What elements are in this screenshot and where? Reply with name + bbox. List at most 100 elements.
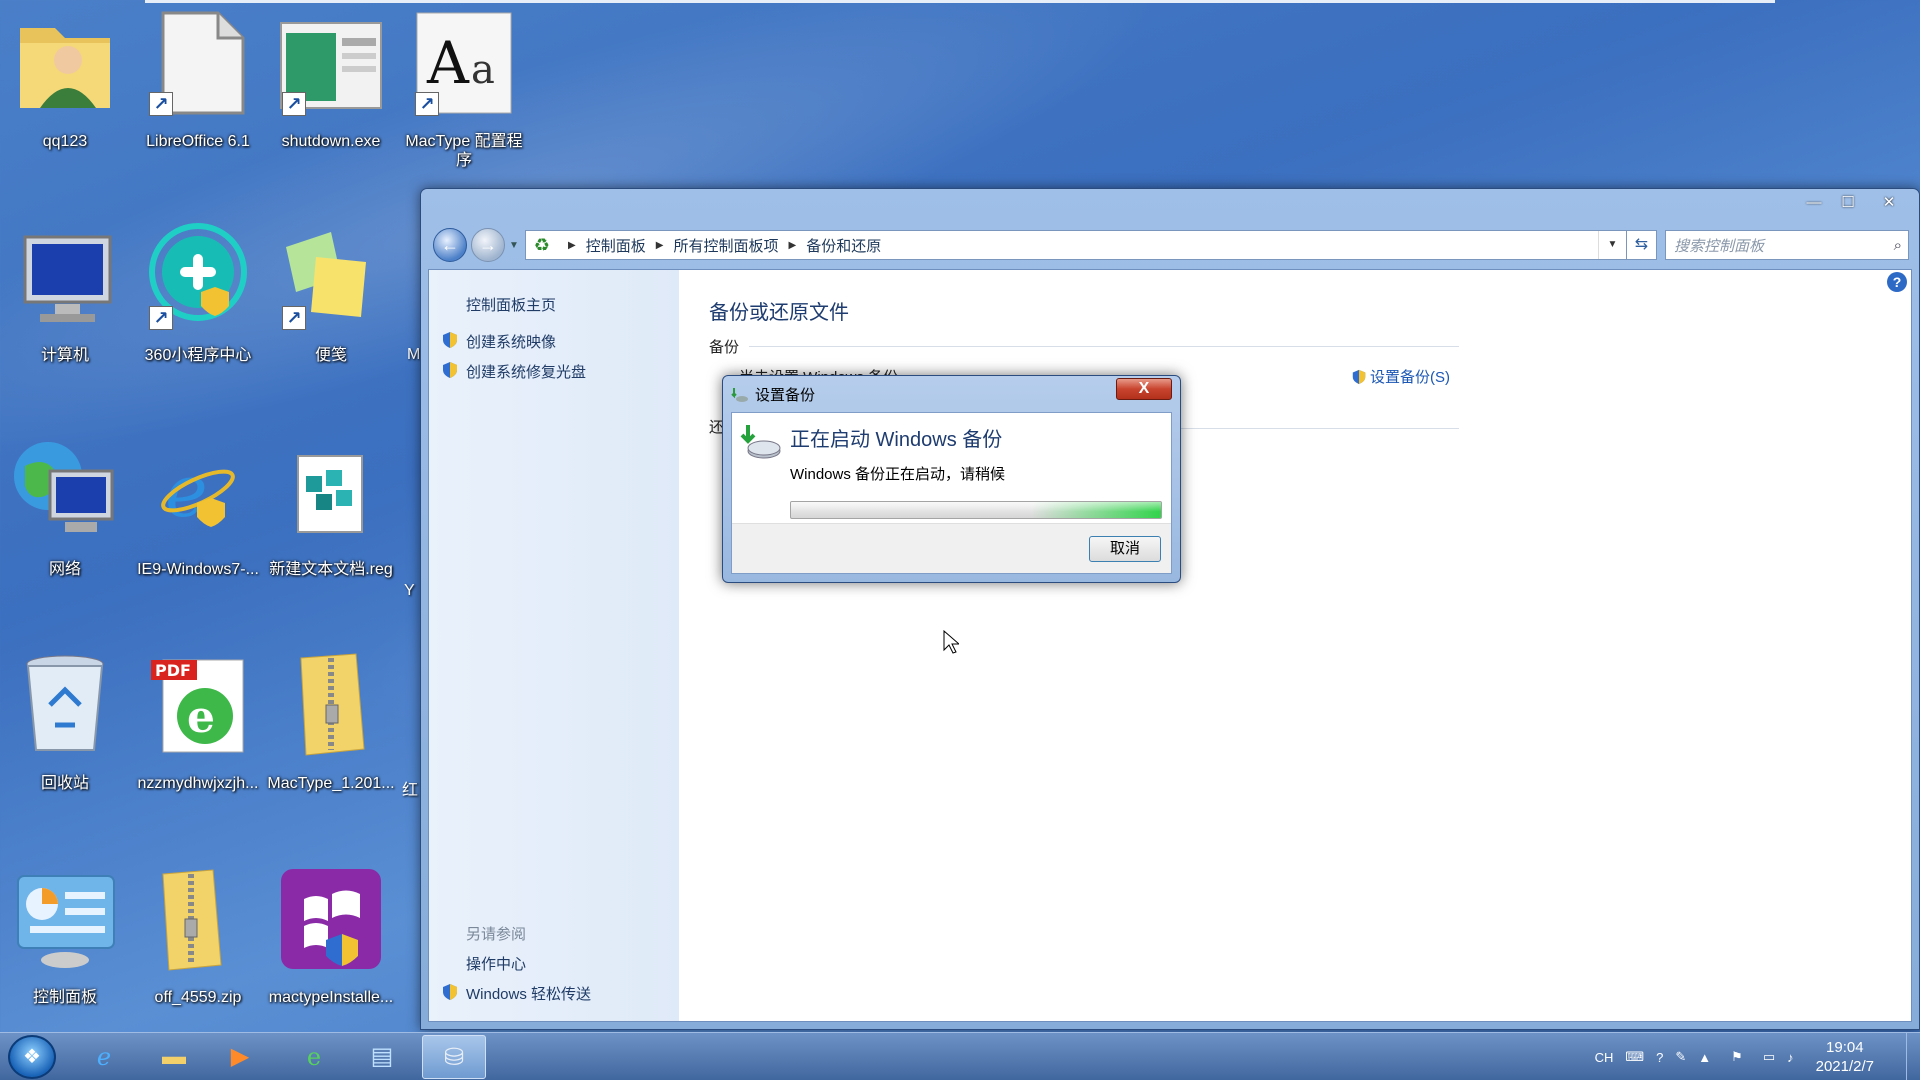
desktop-icon-ie9-installer[interactable]: e IE9-Windows7-... — [133, 428, 263, 623]
desktop-icon-qq123[interactable]: qq123 — [0, 0, 130, 195]
address-bar[interactable]: ♻ ▶ 控制面板 ▶ 所有控制面板项 ▶ 备份和还原 ▼ — [524, 230, 1627, 260]
uac-shield-icon — [443, 984, 457, 1000]
network-icon — [10, 436, 120, 546]
360-app-center-icon: ↗ — [143, 222, 253, 332]
recent-pages-dropdown[interactable]: ▼ — [509, 240, 519, 251]
taskbar-backup[interactable]: ⛁ — [422, 1035, 486, 1079]
address-dropdown-icon[interactable]: ▼ — [1598, 231, 1626, 259]
clock[interactable]: 19:04 2021/2/7 — [1816, 1038, 1874, 1076]
desktop-icon-off-zip[interactable]: off_4559.zip — [133, 856, 263, 1051]
uac-shield-icon — [443, 332, 457, 348]
breadcrumb-control-panel[interactable]: 控制面板 — [586, 235, 646, 256]
uac-shield-icon — [1352, 369, 1366, 384]
desktop-icon-mactype-zip[interactable]: MacType_1.201... — [266, 642, 396, 837]
page-title: 备份或还原文件 — [709, 302, 849, 324]
dialog-body: 正在启动 Windows 备份 Windows 备份正在启动，请稍候 取消 — [731, 412, 1172, 574]
action-center-link[interactable]: 操作中心 — [466, 953, 526, 974]
clock-time: 19:04 — [1826, 1039, 1864, 1056]
browser-360-icon: e — [306, 1043, 322, 1071]
close-button[interactable]: ✕ — [1867, 191, 1911, 215]
svg-text:PDF: PDF — [155, 661, 191, 680]
maximize-button[interactable]: ☐ — [1833, 191, 1863, 215]
taskbar-ie[interactable]: e — [72, 1035, 136, 1079]
windows-installer-icon — [276, 864, 386, 974]
backup-icon: ⛁ — [443, 1044, 465, 1071]
partial-label: Y — [404, 582, 415, 599]
dialog-title: 设置备份 — [755, 387, 816, 404]
forward-button[interactable]: → — [471, 228, 505, 262]
help-tray-icon[interactable]: ? — [1656, 1050, 1663, 1065]
left-pane: 控制面板主页 创建系统映像 创建系统修复光盘 另请参阅 操作中心 Windows… — [429, 270, 679, 1021]
pen-icon[interactable]: ✎ — [1675, 1049, 1686, 1065]
desktop-icon-reg-file[interactable]: 新建文本文档.reg — [266, 428, 396, 623]
help-icon[interactable]: ? — [1887, 272, 1907, 292]
language-indicator[interactable]: CH — [1595, 1050, 1614, 1065]
refresh-icon[interactable]: ⇆ — [1627, 230, 1657, 260]
cancel-button[interactable]: 取消 — [1089, 536, 1161, 562]
show-desktop-button[interactable] — [1906, 1033, 1920, 1080]
breadcrumb-arrow-icon[interactable]: ▶ — [568, 240, 576, 251]
desktop-icon-computer[interactable]: 计算机 — [0, 214, 130, 409]
setup-backup-link[interactable]: 设置备份(S) — [1351, 366, 1450, 387]
search-icon[interactable]: ⌕ — [1894, 237, 1902, 254]
breadcrumb-all-items[interactable]: 所有控制面板项 — [673, 235, 778, 256]
create-repair-disc-link[interactable]: 创建系统修复光盘 — [466, 361, 586, 382]
search-input[interactable]: 搜索控制面板 ⌕ — [1665, 230, 1909, 260]
desktop-icon-sticky-notes[interactable]: ↗ 便笺 — [266, 214, 396, 409]
registry-file-icon — [276, 436, 386, 546]
dialog-close-button[interactable]: X — [1116, 378, 1172, 400]
action-center-flag-icon[interactable]: ⚑ — [1731, 1049, 1743, 1065]
taskbar: ❖ e ▬ ▶ e ▤ ⛁ CH ⌨ ? ✎ ▲ ⚑ ▭ ♪ 19:04 202… — [0, 1032, 1920, 1080]
ie-installer-icon: e — [143, 436, 253, 546]
desktop-icon-360-app-center[interactable]: ↗ 360小程序中心 — [133, 214, 263, 409]
navigation-bar: ← → ▼ ♻ ▶ 控制面板 ▶ 所有控制面板项 ▶ 备份和还原 ▼ ⇆ 搜索控… — [433, 227, 1909, 263]
minimize-button[interactable]: — — [1799, 191, 1829, 215]
setup-backup-dialog: 设置备份 X 正在启动 Windows 备份 Windows 备份正在启动，请稍… — [722, 375, 1181, 583]
sticky-notes-icon: ↗ — [276, 222, 386, 332]
breadcrumb-arrow-icon[interactable]: ▶ — [656, 240, 664, 251]
window-controls: — ☐ ✕ — [1799, 191, 1911, 215]
libreoffice-icon: ↗ — [143, 8, 253, 118]
zip-folder-icon — [276, 650, 386, 760]
control-panel-icon: ▤ — [370, 1043, 394, 1070]
breadcrumb-backup-restore[interactable]: 备份和还原 — [806, 235, 881, 256]
control-panel-home-link[interactable]: 控制面板主页 — [466, 294, 556, 315]
breadcrumb-arrow-icon[interactable]: ▶ — [788, 240, 796, 251]
mactype-font-icon: Aa ↗ — [409, 8, 519, 118]
progress-fill — [791, 502, 1161, 518]
divider — [1179, 428, 1459, 429]
dialog-footer: 取消 — [732, 523, 1171, 573]
file-explorer-icon: ▬ — [162, 1043, 186, 1070]
taskbar-explorer[interactable]: ▬ — [142, 1035, 206, 1079]
back-button[interactable]: ← — [433, 228, 467, 262]
desktop-icon-libreoffice[interactable]: ↗ LibreOffice 6.1 — [133, 0, 263, 195]
setup-backup-label: 设置备份(S) — [1370, 369, 1450, 386]
keyboard-icon[interactable]: ⌨ — [1625, 1049, 1644, 1065]
dialog-message: Windows 备份正在启动，请稍候 — [790, 466, 1006, 483]
desktop-icon-mactype-config[interactable]: Aa ↗ MacType 配置程序 — [399, 0, 529, 195]
windows-easy-transfer-link[interactable]: Windows 轻松传送 — [466, 983, 591, 1004]
start-button[interactable]: ❖ — [8, 1035, 56, 1079]
recycle-bin-icon — [10, 650, 120, 760]
desktop-icon-network[interactable]: 网络 — [0, 428, 130, 623]
taskbar-360-browser[interactable]: e — [282, 1035, 346, 1079]
desktop-icon-mactype-installer[interactable]: mactypeInstalle... — [266, 856, 396, 1051]
clock-date: 2021/2/7 — [1815, 1058, 1874, 1075]
show-hidden-icons-icon[interactable]: ▲ — [1698, 1050, 1711, 1065]
desktop-icon-control-panel[interactable]: 控制面板 — [0, 856, 130, 1051]
taskbar-media-player[interactable]: ▶ — [208, 1035, 272, 1079]
volume-icon[interactable]: ♪ — [1787, 1050, 1794, 1065]
partial-label: 红 — [402, 782, 419, 799]
backup-section-header: 备份 — [709, 339, 740, 356]
mouse-cursor-icon — [943, 630, 959, 654]
network-tray-icon[interactable]: ▭ — [1763, 1049, 1775, 1065]
desktop-icon-pdf-browser[interactable]: PDF e nzzmydhwjxzjh... — [133, 642, 263, 837]
see-also-heading: 另请参阅 — [466, 926, 527, 943]
create-system-image-link[interactable]: 创建系统映像 — [466, 331, 556, 352]
desktop-icon-recycle-bin[interactable]: 回收站 — [0, 642, 130, 837]
svg-text:a: a — [471, 47, 495, 93]
dialog-heading: 正在启动 Windows 备份 — [790, 429, 1003, 451]
zip-folder-icon — [143, 864, 253, 974]
desktop-icon-shutdown[interactable]: ↗ shutdown.exe — [266, 0, 396, 195]
taskbar-control-panel[interactable]: ▤ — [350, 1035, 414, 1079]
